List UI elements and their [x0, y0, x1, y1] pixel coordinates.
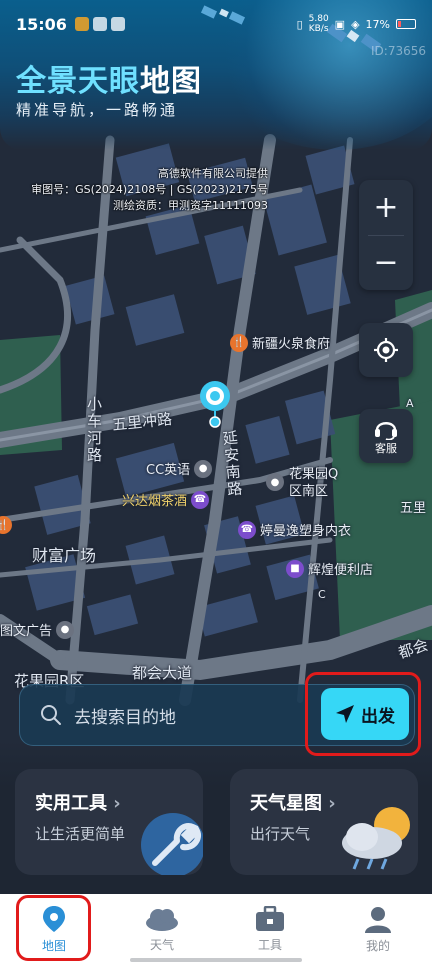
poi-label: 婷曼逸塑身内衣 [260, 524, 352, 539]
net-speed-unit: KB/s [308, 24, 329, 34]
tiktok-icon [110, 17, 125, 31]
poi-label: 兴达烟茶酒 [122, 494, 188, 509]
copyright-line: 审图号：GS(2024)2108号 | GS(2023)2175号 [31, 183, 268, 196]
wifi-icon: ◈ [351, 17, 360, 31]
poi-cc[interactable]: CC英语 ● [146, 459, 213, 478]
search-icon [41, 705, 61, 725]
status-time: 15:06 [16, 14, 67, 34]
navigate-arrow-icon [336, 705, 354, 723]
area-label-huaguoyuan-q: 花果园Q区南区 [289, 467, 339, 499]
tab-bar: 地图 天气 工具 我的 [0, 894, 432, 964]
map-copyright: 高德软件有限公司提供 审图号：GS(2024)2108号 | GS(2023)2… [31, 166, 268, 214]
app-subtitle: 精准导航，一路畅通 [16, 101, 179, 119]
status-right: ▯ 5.80 KB/s ▣ ◈ 17% [297, 14, 416, 34]
link-icon [92, 17, 107, 31]
tab-map[interactable]: 地图 [0, 894, 108, 964]
tools-card[interactable]: 实用工具 › 让生活更简单 [15, 769, 203, 875]
go-button[interactable]: 出发 [321, 688, 409, 740]
tools-card-title-text: 实用工具 [35, 793, 107, 814]
status-bar: 15:06 ▯ 5.80 KB/s ▣ ◈ 17% [0, 0, 432, 48]
store-icon: ■ [286, 559, 304, 578]
copyright-line: 测绘资质：甲测资字11111093 [113, 199, 268, 212]
map-pin-icon [43, 905, 65, 932]
app-title-part2: 地图 [140, 64, 202, 99]
poi-xingda[interactable]: 兴达烟茶酒 ☎ [122, 490, 210, 509]
poi-place-huaguo[interactable]: ● [266, 473, 284, 491]
person-icon [365, 906, 391, 933]
tab-tools-label: 工具 [257, 937, 282, 952]
net-speed-value: 5.80 [308, 14, 329, 24]
copyright-line: 高德软件有限公司提供 [158, 167, 268, 180]
place-icon: ● [266, 473, 284, 491]
road-label-wuli-right: 五里 [400, 501, 427, 516]
weather-card-title-text: 天气星图 [250, 793, 322, 814]
customer-service-button[interactable]: 客服 [359, 409, 413, 463]
place-icon: ● [56, 620, 75, 639]
go-label: 出发 [361, 706, 395, 727]
road-label-duhui: 都会大道 [132, 664, 193, 682]
app-title: 全景天眼地图 [16, 56, 202, 100]
zoom-in-button[interactable]: + [359, 180, 413, 235]
shop-icon: ☎ [191, 490, 210, 509]
search-placeholder: 去搜索目的地 [74, 707, 176, 728]
service-label: 客服 [375, 442, 397, 455]
net-speed: 5.80 KB/s [309, 14, 329, 34]
poi-xinjiang[interactable]: 🍴 新疆火泉食府 [230, 333, 330, 352]
headset-icon [375, 422, 397, 440]
weather-cloud-icon [342, 807, 410, 870]
poi-label: 新疆火泉食府 [252, 337, 331, 352]
tab-map-label: 地图 [41, 938, 66, 953]
crosshair-icon [374, 338, 398, 362]
id-text: ID:73656 [371, 44, 426, 58]
toolbox-icon [256, 905, 284, 931]
cloud-icon [146, 908, 178, 931]
restaurant-icon: 🍴 [0, 516, 12, 534]
status-app-icons [74, 17, 125, 31]
road-label-xiaochehe: 小车河路 [85, 396, 103, 464]
place-icon: ● [194, 459, 213, 478]
wrench-icon [141, 813, 203, 875]
poi-label: 辉煌便利店 [308, 563, 374, 578]
poi-tuwen[interactable]: 图文广告 ● [0, 620, 75, 639]
header-banner: 15:06 ▯ 5.80 KB/s ▣ ◈ 17% ID:73656 全景天眼地… [0, 0, 432, 150]
map-letter-c: C [318, 588, 326, 601]
zoom-controls: + − [359, 180, 413, 290]
poi-label: 图文广告 [0, 624, 53, 639]
zoom-out-button[interactable]: − [359, 235, 413, 290]
locate-button[interactable] [359, 323, 413, 377]
tab-profile-label: 我的 [365, 938, 390, 953]
sim-icon: ▣ [334, 17, 346, 31]
map-letter-a: A [406, 397, 414, 410]
area-label-caifu: 财富广场 [32, 546, 97, 565]
poi-label: CC英语 [146, 463, 191, 478]
poi-huihuang[interactable]: ■ 辉煌便利店 [286, 559, 373, 578]
home-indicator [130, 958, 302, 962]
shop-icon: ☎ [238, 520, 256, 539]
battery-text: 17% [365, 17, 390, 31]
current-location-icon [200, 381, 230, 428]
poi-tingman[interactable]: ☎ 婷曼逸塑身内衣 [238, 520, 351, 539]
chevron-right-icon: › [113, 793, 121, 814]
battery-icon [396, 19, 416, 29]
weather-card[interactable]: 天气星图 › 出行天气 [230, 769, 418, 875]
vibrate-icon: ▯ [296, 17, 303, 31]
weibo-icon [74, 17, 89, 31]
tab-weather-label: 天气 [149, 937, 174, 952]
tab-profile[interactable]: 我的 [324, 894, 432, 964]
tab-tools[interactable]: 工具 [216, 894, 324, 964]
app-title-part1: 全景天眼 [16, 64, 140, 99]
restaurant-icon: 🍴 [230, 333, 248, 352]
tab-weather[interactable]: 天气 [108, 894, 216, 964]
poi-restaurant-edge[interactable]: 🍴 [0, 516, 12, 534]
